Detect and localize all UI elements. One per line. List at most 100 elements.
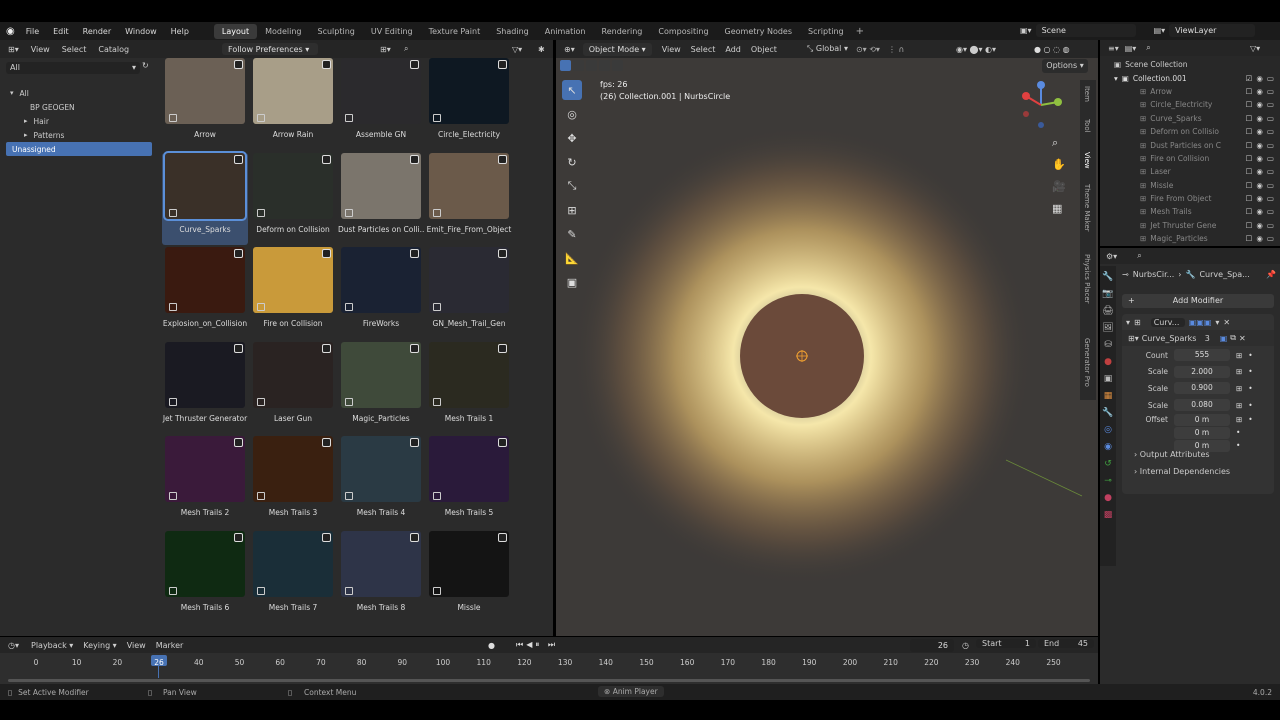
menu-render[interactable]: Render (83, 27, 111, 36)
asset-card[interactable]: Explosion_on_Collision (162, 247, 248, 339)
camera-render-icon[interactable]: ▭ (1267, 194, 1274, 203)
outliner-row[interactable]: ⊞ Dust Particles on C ☐ ◉ ▭ (1100, 138, 1280, 151)
catalog-item[interactable]: ▾ All (0, 86, 158, 100)
property-value-field[interactable]: 0.900 (1174, 382, 1230, 395)
pan-hand-icon[interactable]: ✋ (1052, 158, 1068, 180)
camera-render-icon[interactable]: ▭ (1267, 114, 1274, 123)
viewlayer-icon[interactable]: ▤▾ (1154, 26, 1166, 35)
edit-icon[interactable] (410, 532, 419, 542)
eye-icon[interactable]: ◉ (1256, 74, 1263, 83)
view-layer-tab-icon[interactable]: 🖼 (1102, 323, 1113, 333)
asset-card[interactable]: Dust Particles on Colli... (338, 152, 424, 245)
clock-icon[interactable]: ◷ (962, 641, 969, 650)
menu-window[interactable]: Window (125, 27, 157, 36)
checkbox-icon[interactable]: ☐ (1246, 207, 1253, 216)
collection-tab-icon[interactable]: ▣ (1104, 374, 1113, 384)
tab-geometry-nodes[interactable]: Geometry Nodes (717, 24, 800, 39)
asset-card[interactable]: Missle (426, 530, 512, 623)
asset-card[interactable]: Mesh Trails 2 (162, 436, 248, 528)
import-method-select[interactable]: Follow Preferences ▾ (222, 43, 318, 55)
scene-icon[interactable]: ▣▾ (1020, 26, 1032, 35)
collection-001-row[interactable]: ▾ ▣ Collection.001 ☑ ◉ ▭ (1100, 71, 1280, 84)
chevron-right-icon[interactable]: ▸ (24, 117, 28, 125)
tab-shading[interactable]: Shading (488, 24, 537, 39)
asset-card[interactable]: Laser Gun (250, 341, 336, 434)
asset-card[interactable]: FireWorks (338, 247, 424, 339)
world-tab-icon[interactable]: ● (1104, 357, 1112, 367)
camera-render-icon[interactable]: ▭ (1267, 167, 1274, 176)
edit-icon[interactable] (234, 249, 243, 258)
snap-icon[interactable]: ⋮ ∩ (888, 45, 904, 54)
n-panel-tab-generator-pro[interactable]: Generator Pro (1083, 338, 1091, 387)
checkbox-icon[interactable]: ☐ (1246, 114, 1253, 123)
outliner-row[interactable]: ⊞ Fire on Collision ☐ ◉ ▭ (1100, 152, 1280, 165)
edit-icon[interactable] (498, 60, 507, 69)
start-field[interactable]: Start 1 (976, 639, 1036, 648)
unlink-icon[interactable]: ✕ (1239, 334, 1246, 343)
tab-compositing[interactable]: Compositing (650, 24, 716, 39)
asset-card[interactable]: Jet Thruster Generator (162, 341, 248, 434)
refresh-icon[interactable]: ↻ (142, 61, 149, 70)
outliner-row[interactable]: ⊞ Laser ☐ ◉ ▭ (1100, 165, 1280, 178)
select-box-icon[interactable] (560, 60, 571, 71)
camera-render-icon[interactable]: ▭ (1267, 100, 1274, 109)
eye-icon[interactable]: ◉ (1256, 167, 1263, 176)
current-frame-field[interactable]: 26 (910, 639, 954, 652)
asset-card[interactable]: Deform on Collision (250, 152, 336, 245)
tool-tab-icon[interactable]: 🔧 (1102, 272, 1113, 282)
node-socket-icon[interactable]: ⊞ (1236, 415, 1242, 424)
edit-icon[interactable] (410, 249, 419, 258)
outliner-row[interactable]: ⊞ Circle_Electricity ☐ ◉ ▭ (1100, 98, 1280, 111)
checkbox-icon[interactable]: ☑ (1246, 74, 1253, 83)
eye-icon[interactable]: ◉ (1256, 181, 1263, 190)
pin-icon[interactable]: 📌 (1266, 270, 1276, 279)
checkbox-icon[interactable]: ☐ (1246, 221, 1253, 230)
chevron-down-icon[interactable]: ▾ (10, 89, 14, 97)
vp-menu-object[interactable]: Object (751, 45, 777, 54)
camera-render-icon[interactable]: ▭ (1267, 181, 1274, 190)
asset-card[interactable]: Arrow Rain (250, 58, 336, 150)
asset-card[interactable]: Assemble GN (338, 58, 424, 150)
checkbox-icon[interactable]: ☐ (1246, 141, 1253, 150)
modifier-name-field[interactable]: Curv... (1150, 317, 1185, 327)
asset-card[interactable]: GN_Mesh_Trail_Gen (426, 247, 512, 339)
asset-card[interactable]: Mesh Trails 3 (250, 436, 336, 528)
edit-icon[interactable] (234, 532, 243, 542)
n-panel-tab-physics-placer[interactable]: Physics Placer (1083, 254, 1091, 304)
tab-modeling[interactable]: Modeling (257, 24, 309, 39)
camera-render-icon[interactable]: ▭ (1267, 234, 1274, 243)
checkbox-icon[interactable]: ☐ (1246, 127, 1253, 136)
edit-icon[interactable] (234, 60, 243, 69)
tab-texture-paint[interactable]: Texture Paint (421, 24, 489, 39)
fake-user-icon[interactable]: ▣ (1220, 334, 1228, 343)
tab-uv-editing[interactable]: UV Editing (363, 24, 421, 39)
add-workspace-icon[interactable]: + (856, 26, 864, 37)
asset-card[interactable]: Mesh Trails 8 (338, 530, 424, 623)
duplicate-icon[interactable]: ⧉ (1230, 333, 1236, 343)
vp-menu-view[interactable]: View (662, 45, 681, 54)
chevron-right-icon[interactable]: ▸ (24, 131, 28, 139)
tab-layout[interactable]: Layout (213, 23, 258, 39)
catalog-item[interactable]: BP GEOGEN (0, 100, 158, 114)
remove-modifier-icon[interactable]: ✕ (1223, 318, 1230, 327)
object-mode-select[interactable]: Object Mode ▾ (582, 42, 652, 56)
menu-file[interactable]: File (26, 27, 39, 36)
menu-help[interactable]: Help (171, 27, 189, 36)
anim-player-badge[interactable]: ⊗ Anim Player (598, 686, 664, 697)
ab-menu-catalog[interactable]: Catalog (98, 45, 129, 54)
edit-icon[interactable] (410, 343, 419, 353)
output-tab-icon[interactable]: 🖨 (1102, 306, 1113, 316)
outliner-editor-icon[interactable]: ≡▾ (1108, 44, 1119, 53)
tab-scripting[interactable]: Scripting (800, 24, 852, 39)
eye-icon[interactable]: ◉ (1256, 154, 1263, 163)
edit-icon[interactable] (498, 154, 507, 164)
internal-dependencies-section[interactable]: › Internal Dependencies (1134, 467, 1230, 476)
checkbox-icon[interactable]: ☐ (1246, 100, 1253, 109)
keying-menu[interactable]: Keying ▾ (83, 641, 116, 650)
edit-icon[interactable] (410, 60, 419, 69)
outliner-row[interactable]: ⊞ Deform on Collisio ☐ ◉ ▭ (1100, 125, 1280, 138)
display-mode-icon[interactable]: ⊞▾ (380, 45, 391, 54)
viewlayer-field[interactable]: ViewLayer (1169, 24, 1256, 37)
outliner-row[interactable]: ⊞ Arrow ☐ ◉ ▭ (1100, 85, 1280, 98)
transform-tool-icon[interactable]: ⊞ (562, 200, 582, 220)
